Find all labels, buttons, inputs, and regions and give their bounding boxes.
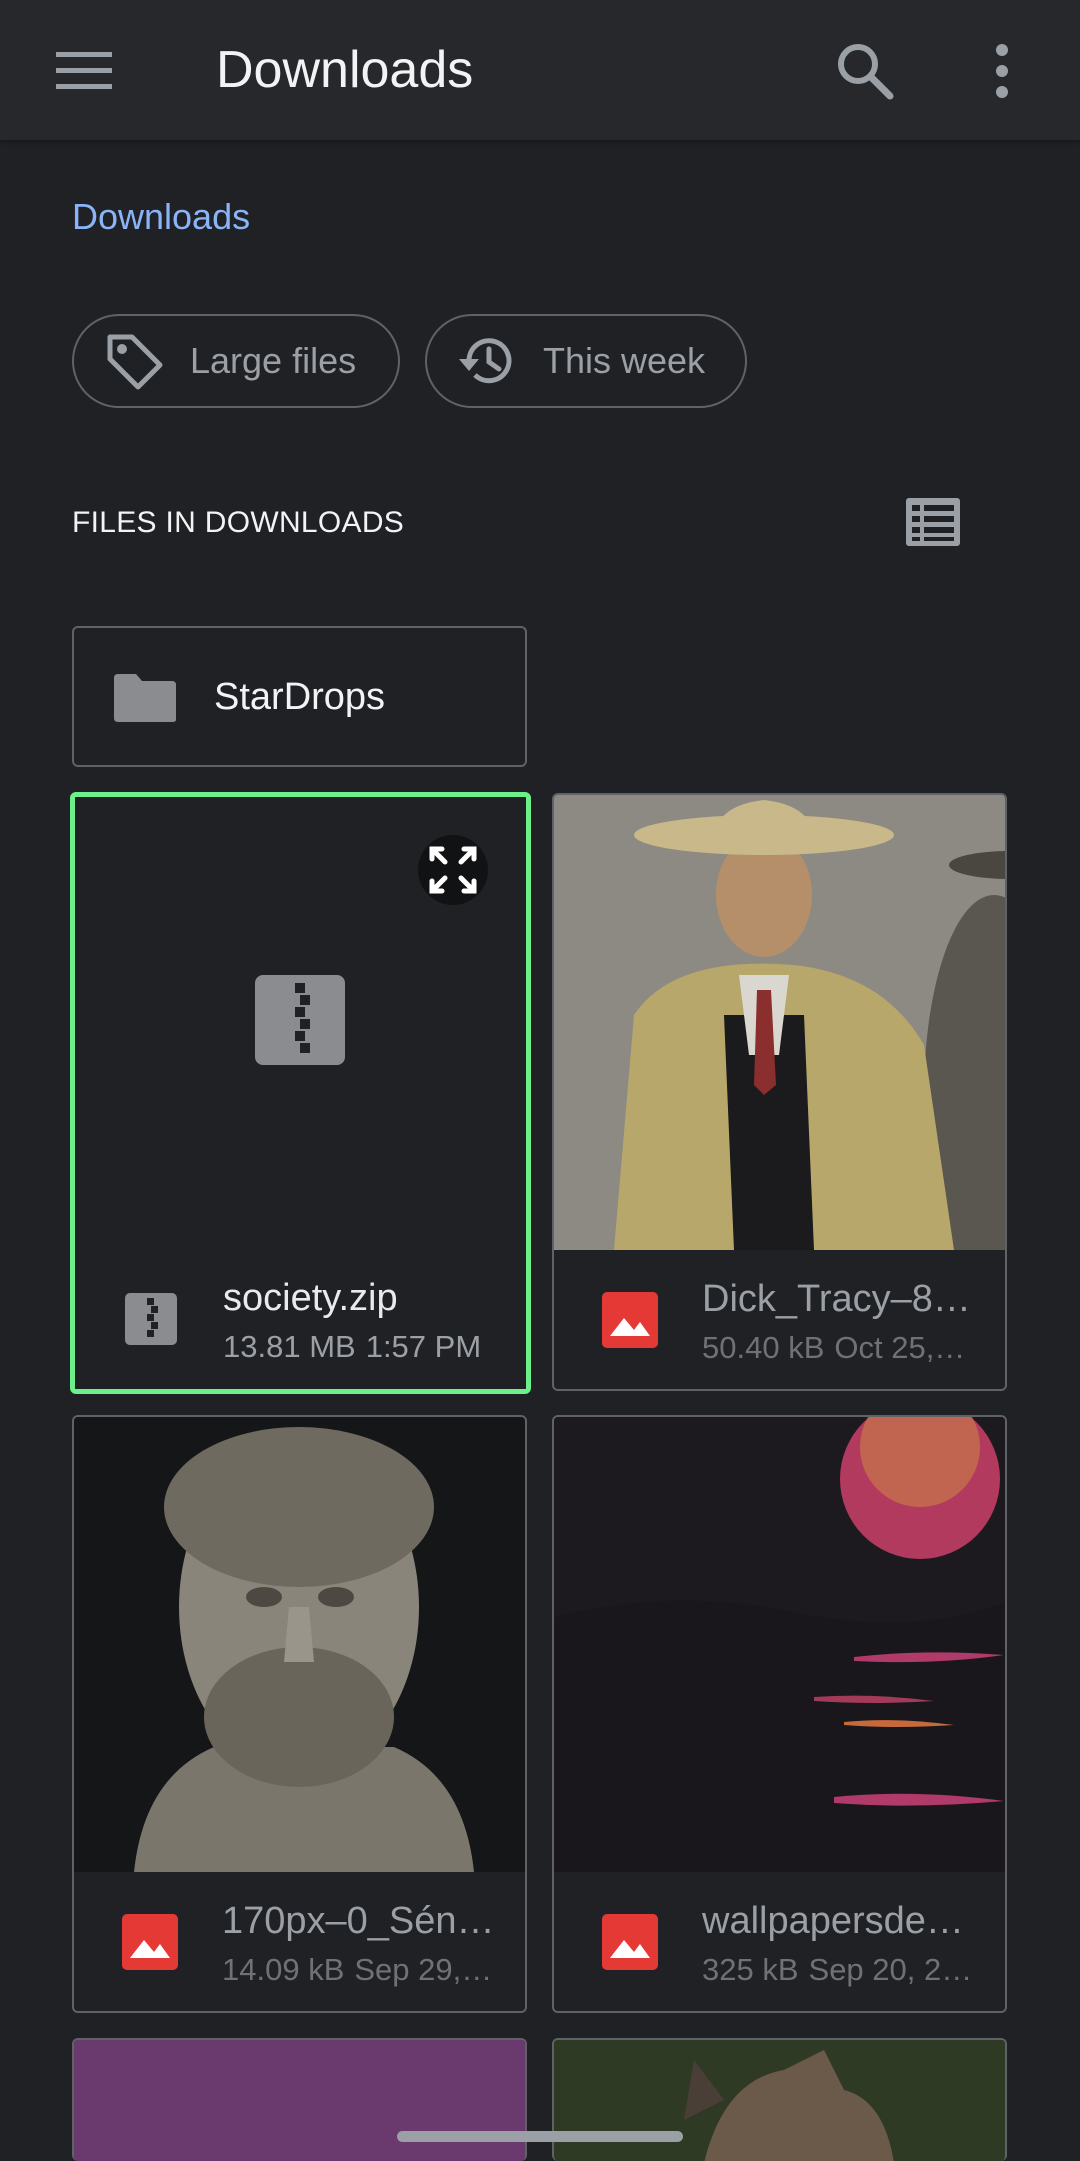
folder-name: StarDrops xyxy=(214,676,386,718)
chip-label: Large files xyxy=(190,340,357,381)
file-name: society.zip xyxy=(223,1277,398,1319)
file-meta: wallpapersde… 325 kB Sep 20, 2… xyxy=(554,1872,1005,2011)
file-date: Oct 25,… xyxy=(834,1330,966,1365)
chip-this-week[interactable]: This week xyxy=(425,314,747,408)
file-details: 50.40 kB Oct 25,… xyxy=(702,1330,992,1366)
image-icon xyxy=(602,1292,658,1353)
file-name: wallpapersde… xyxy=(702,1900,964,1942)
chip-large-files[interactable]: Large files xyxy=(72,314,400,408)
image-icon xyxy=(122,1914,178,1975)
file-card[interactable]: society.zip 13.81 MB 1:57 PM xyxy=(70,792,531,1394)
file-card[interactable] xyxy=(552,2038,1007,2161)
file-date: 1:57 PM xyxy=(365,1329,482,1364)
label-tag-icon xyxy=(107,334,163,390)
file-meta: Dick_Tracy–8… 50.40 kB Oct 25,… xyxy=(554,1250,1005,1389)
page-title: Downloads xyxy=(216,41,474,99)
file-meta: 170px–0_Sén… 14.09 kB Sep 29,… xyxy=(74,1872,525,2011)
zip-icon xyxy=(123,1291,179,1352)
top-app-bar: Downloads xyxy=(0,0,1080,140)
file-card[interactable] xyxy=(72,2038,527,2161)
folder-card[interactable]: StarDrops xyxy=(72,626,527,767)
image-icon xyxy=(602,1914,658,1975)
section-title: FILES IN DOWNLOADS xyxy=(72,506,405,539)
image-thumbnail xyxy=(554,2040,1005,2161)
file-details: 13.81 MB 1:57 PM xyxy=(223,1329,513,1365)
file-size: 50.40 kB xyxy=(702,1330,825,1365)
image-thumbnail xyxy=(554,1417,1005,1872)
file-date: Sep 20, 2… xyxy=(808,1952,973,1987)
folder-icon xyxy=(112,672,178,729)
image-thumbnail xyxy=(74,2040,525,2161)
breadcrumb[interactable]: Downloads xyxy=(72,196,250,238)
image-thumbnail xyxy=(554,795,1005,1250)
list-view-icon[interactable] xyxy=(904,496,962,548)
home-indicator[interactable] xyxy=(397,2131,683,2142)
file-meta: society.zip 13.81 MB 1:57 PM xyxy=(75,1249,526,1389)
file-size: 13.81 MB xyxy=(223,1329,356,1364)
history-icon xyxy=(459,338,512,384)
file-details: 14.09 kB Sep 29,… xyxy=(222,1952,512,1988)
hamburger-menu-icon[interactable] xyxy=(50,40,118,100)
file-size: 14.09 kB xyxy=(222,1952,345,1987)
file-name: 170px–0_Sén… xyxy=(222,1900,495,1942)
file-card[interactable]: wallpapersde… 325 kB Sep 20, 2… xyxy=(552,1415,1007,2013)
file-card[interactable]: Dick_Tracy–8… 50.40 kB Oct 25,… xyxy=(552,793,1007,1391)
image-thumbnail xyxy=(74,1417,525,1872)
chip-label: This week xyxy=(543,340,706,381)
search-icon[interactable] xyxy=(830,36,900,106)
more-vert-icon[interactable] xyxy=(980,36,1024,106)
file-card[interactable]: 170px–0_Sén… 14.09 kB Sep 29,… xyxy=(72,1415,527,2013)
file-size: 325 kB xyxy=(702,1952,799,1987)
expand-preview-icon[interactable] xyxy=(418,835,488,905)
file-date: Sep 29,… xyxy=(354,1952,493,1987)
file-details: 325 kB Sep 20, 2… xyxy=(702,1952,992,1988)
file-name: Dick_Tracy–8… xyxy=(702,1278,971,1320)
